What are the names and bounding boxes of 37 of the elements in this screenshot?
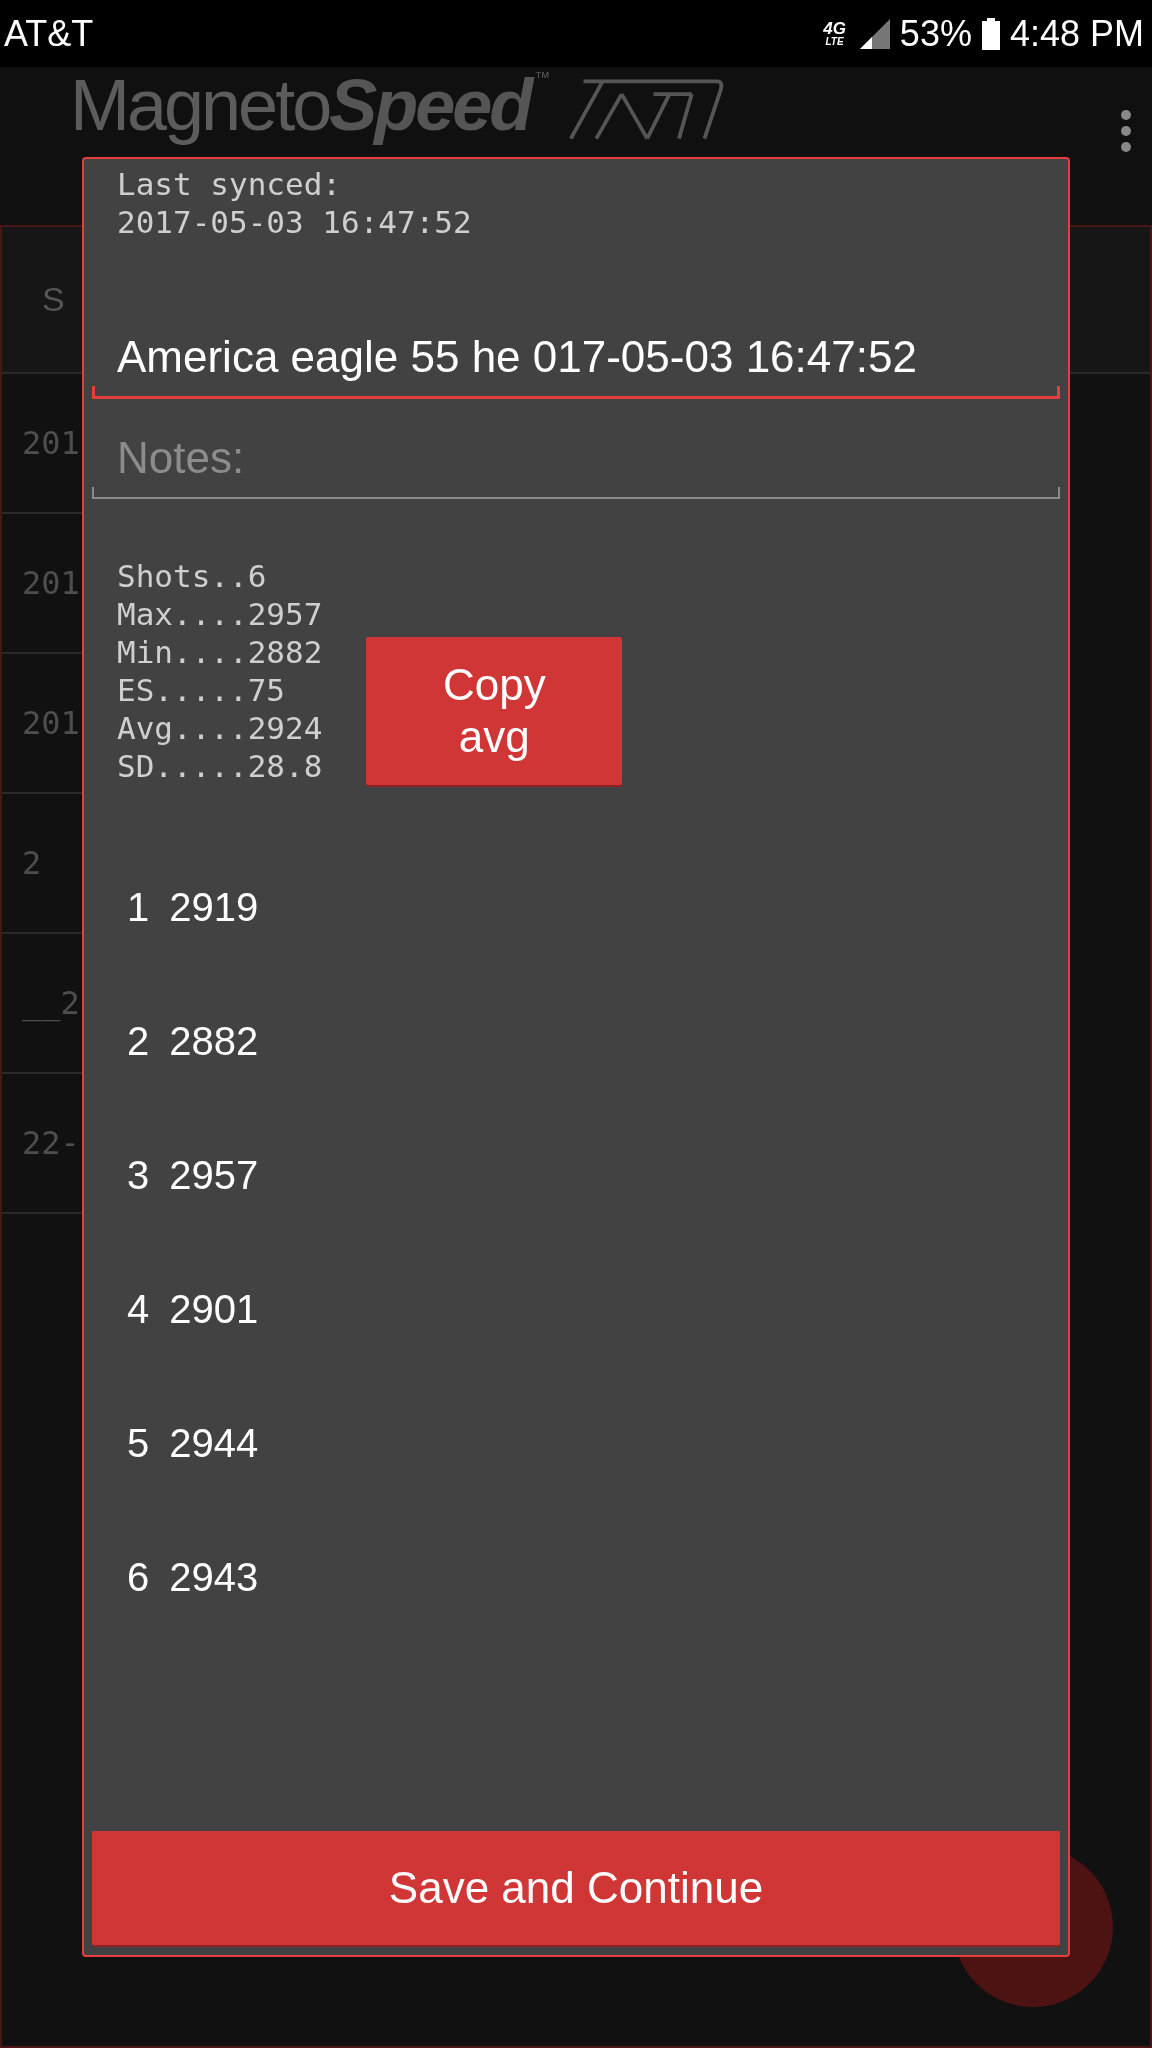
list-item-date: 201 <box>22 424 80 462</box>
stat-line: Avg....2924 <box>117 709 323 747</box>
stat-line: Shots..6 <box>117 557 268 595</box>
sync-label: Last synced: <box>117 165 342 203</box>
stat-line: SD.....28.8 <box>117 747 323 785</box>
copy-avg-button[interactable]: Copy avg <box>366 637 623 785</box>
shot-velocity: 2957 <box>169 1153 259 1198</box>
list-item-date: 201 <box>22 704 80 742</box>
shot-velocity: 2944 <box>169 1421 259 1466</box>
shot-number: 2 <box>127 1019 150 1064</box>
more-options-icon[interactable] <box>1120 109 1132 153</box>
list-item-date: __2 <box>22 984 80 1022</box>
shot-velocity: 2901 <box>169 1287 259 1332</box>
shot-number: 1 <box>127 885 150 930</box>
stat-line: ES.....75 <box>117 671 286 709</box>
shot-number: 5 <box>127 1421 150 1466</box>
shot-number: 6 <box>127 1555 150 1600</box>
trademark-mark: ™ <box>534 69 551 87</box>
list-item-date: 2 <box>22 844 42 882</box>
list-item-date: 201 <box>22 564 80 602</box>
clock-time: 4:48 PM <box>1009 12 1144 55</box>
shot-velocity: 2919 <box>169 885 259 930</box>
shot-number: 3 <box>127 1153 150 1198</box>
shot-velocity: 2943 <box>169 1555 259 1600</box>
column-header: S <box>42 280 65 319</box>
battery-icon <box>981 17 1000 50</box>
shot-velocity: 2882 <box>169 1019 259 1064</box>
network-subtype: LTE <box>825 37 844 47</box>
stat-line: Max....2957 <box>117 595 323 633</box>
battery-percent: 53% <box>899 12 972 55</box>
carrier-name: AT&T <box>4 12 94 55</box>
list-item-date: 22- <box>22 1124 80 1162</box>
network-type: 4G <box>823 20 846 37</box>
shot-number: 4 <box>127 1287 150 1332</box>
stat-line: Min....2882 <box>117 633 323 671</box>
sync-timestamp: 2017-05-03 16:47:52 <box>117 203 473 241</box>
save-continue-button[interactable]: Save and Continue <box>92 1831 1060 1945</box>
